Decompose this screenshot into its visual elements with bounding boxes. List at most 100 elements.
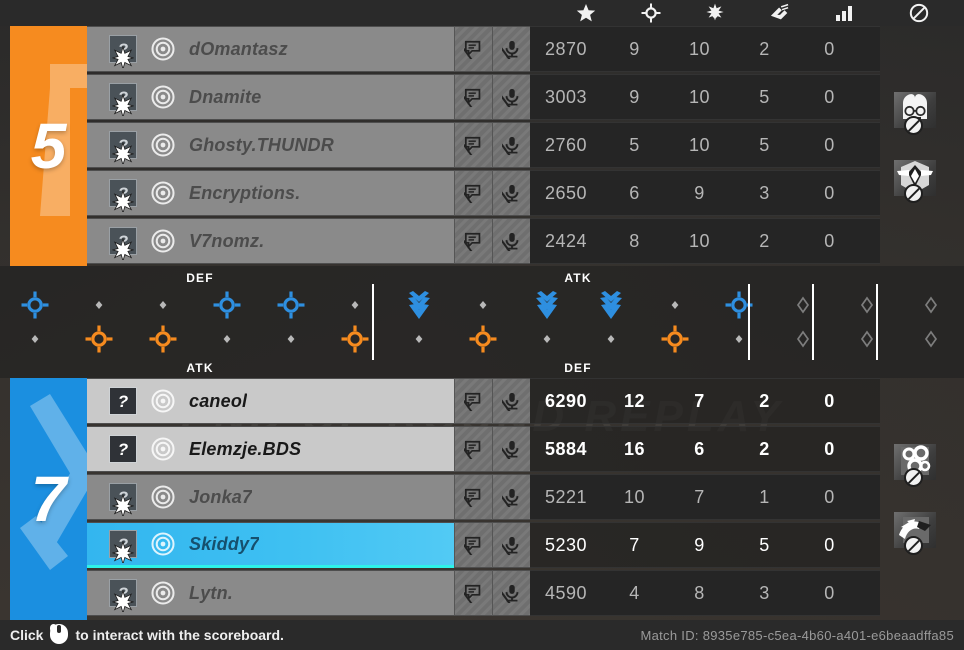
avatar-placeholder-question-icon: ? [117,439,129,459]
round-slot-10 [588,266,634,378]
text-chat-mute-button[interactable] [454,170,492,216]
player-row[interactable]: ?Ghosty.THUNDR276051050 [87,122,964,168]
voice-chat-mute-button[interactable] [492,378,530,424]
player-kills-value: 6 [602,170,667,216]
player-row[interactable]: ? Lytn. 45904830 [87,570,964,616]
player-performance-value: 0 [797,218,862,264]
player-assists-value: 2 [732,26,797,72]
hint-prefix-text: Click [10,627,44,643]
text-chat-mute-button[interactable] [454,426,492,472]
round-slot-7 [396,266,442,378]
player-name-label: V7nomz. [189,230,265,251]
player-row[interactable]: ? caneol 6290 12 7 2 0 [87,378,964,424]
round-slot-2 [76,266,122,378]
team-bottom: 7 ?caneol629012720?Elemzje.BDS588416620?… [0,378,964,620]
player-row[interactable]: ?Jonka7522110710 [87,474,964,520]
player-row[interactable]: ? Encryptions. 26506930 [87,170,964,216]
player-performance-value: 0 [797,170,862,216]
player-assists-value: 5 [732,74,797,120]
voice-chat-mute-button[interactable] [492,426,530,472]
no-entry-icon [908,0,930,26]
team-bottom-score-panel: 7 [10,378,87,620]
mouse-left-click-icon [49,623,69,648]
player-score-value: 2650 [530,170,602,216]
player-row[interactable]: ? Skiddy7 52307950 [87,522,964,568]
voice-chat-mute-button[interactable] [492,122,530,168]
voice-chat-mute-button[interactable] [492,474,530,520]
text-chat-mute-button[interactable] [454,74,492,120]
player-row[interactable]: ? Elemzje.BDS 5884 16 6 2 0 [87,426,964,472]
player-name-cell[interactable]: ? Elemzje.BDS [87,426,454,472]
player-name-cell[interactable]: ? dOmantasz [87,26,454,72]
round-3-top-marker [148,290,178,320]
round-divider-3 [812,284,814,360]
round-9-bottom-marker [532,324,562,354]
ban-overlay-icon [904,184,923,203]
text-chat-mute-button[interactable] [454,122,492,168]
text-chat-mute-button[interactable] [454,378,492,424]
round-6-top-marker [340,290,370,320]
voice-chat-mute-button[interactable] [492,522,530,568]
operator-ban-badge-clown [892,88,938,135]
player-kills-value: 12 [602,378,667,424]
player-row[interactable]: ? V7nomz. 242481020 [87,218,964,264]
player-row[interactable]: ? Dnamite 300391050 [87,74,964,120]
player-row[interactable]: ? dOmantasz 287091020 [87,26,964,72]
player-score-value: 4590 [530,570,602,616]
player-score-value: 5230 [530,522,602,568]
text-chat-mute-button[interactable] [454,522,492,568]
player-name-cell[interactable]: ? Jonka7 [87,474,454,520]
player-avatar: ? [109,83,137,119]
text-chat-mute-button[interactable] [454,26,492,72]
player-name-cell[interactable]: ? Lytn. [87,570,454,616]
player-name-label: Skiddy7 [189,533,260,554]
player-performance-value: 0 [797,426,862,472]
text-chat-mute-button[interactable] [454,570,492,616]
team-bottom-score: 7 [30,463,67,535]
round-15-bottom-marker [916,324,946,354]
round-slot-1 [12,266,58,378]
voice-chat-mute-button[interactable] [492,570,530,616]
round-slot-15 [908,266,954,378]
player-deaths-value: 10 [667,218,732,264]
round-divider-1 [372,284,374,360]
ban-overlay-icon [904,116,923,135]
uplay-spiral-icon [151,389,175,413]
player-name-label: Jonka7 [189,486,253,507]
player-name-label: Ghosty.THUNDR [189,134,334,155]
player-score-value: 2424 [530,218,602,264]
player-dead-x-icon [111,189,135,215]
round-1-bottom-marker [20,324,50,354]
uplay-spiral-icon [151,85,175,109]
voice-chat-mute-button[interactable] [492,218,530,264]
player-deaths-value: 10 [667,74,732,120]
team-bottom-ban-badges [878,378,964,620]
player-name-cell[interactable]: ? V7nomz. [87,218,454,264]
player-name-cell[interactable]: ? caneol [87,378,454,424]
player-avatar: ? [109,179,137,215]
voice-chat-mute-button[interactable] [492,74,530,120]
player-dead-x-icon [111,237,135,263]
player-assists-value: 5 [732,122,797,168]
player-dead-x-icon [111,93,135,119]
voice-chat-mute-button[interactable] [492,170,530,216]
round-slot-5 [268,266,314,378]
text-chat-mute-button[interactable] [454,474,492,520]
player-deaths-value: 7 [667,378,732,424]
text-chat-mute-button[interactable] [454,218,492,264]
player-name-cell[interactable]: ? Encryptions. [87,170,454,216]
player-deaths-value: 6 [667,426,732,472]
team-top: 5 ?dOmantasz287091020?Dnamite300391050?G… [0,26,964,266]
hint-suffix-text: to interact with the scoreboard. [75,627,284,643]
round-slot-8 [460,266,506,378]
player-assists-value: 3 [732,170,797,216]
player-kills-value: 5 [602,122,667,168]
player-name-cell[interactable]: ? Dnamite [87,74,454,120]
player-name-cell[interactable]: ? Ghosty.THUNDR [87,122,454,168]
player-avatar: ? [109,530,137,565]
round-slot-3 [140,266,186,378]
voice-chat-mute-button[interactable] [492,26,530,72]
operator-ban-badge-wings [892,156,938,203]
player-name-cell[interactable]: ? Skiddy7 [87,522,454,568]
ban-overlay-icon [904,468,923,487]
